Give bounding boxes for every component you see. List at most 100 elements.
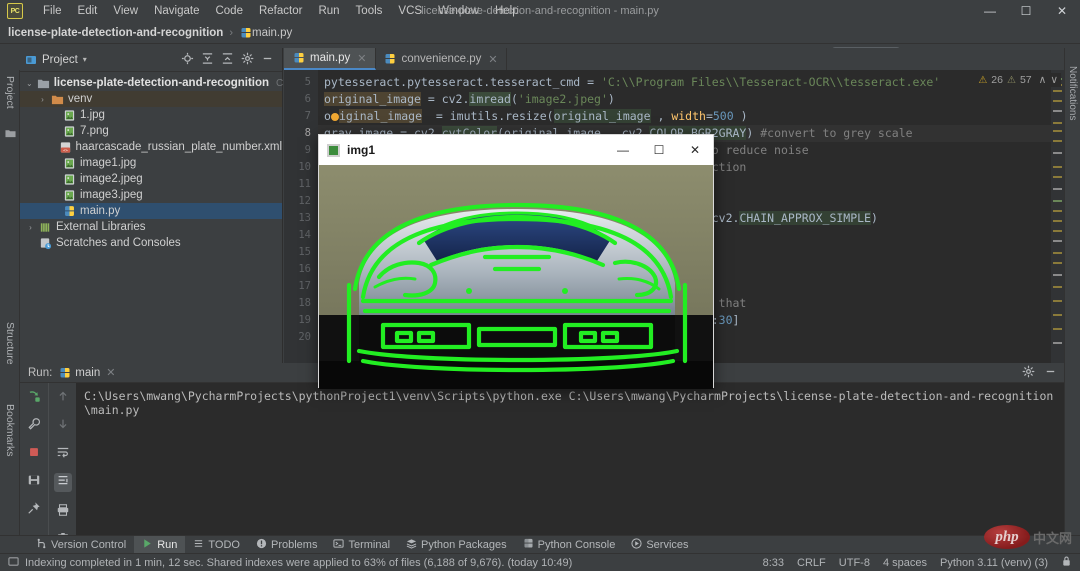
chevron-down-icon[interactable]: ▾: [83, 55, 87, 64]
gear-icon[interactable]: [1022, 365, 1035, 381]
save-icon[interactable]: [27, 473, 41, 490]
opencv-image-window[interactable]: img1 — ☐ ✕: [318, 134, 714, 388]
indent-setting[interactable]: 4 spaces: [883, 557, 927, 569]
tab-convenience-py[interactable]: convenience.py ✕: [376, 48, 507, 70]
hide-icon[interactable]: [261, 52, 274, 68]
line-number[interactable]: 20: [284, 329, 318, 346]
cv-close-button[interactable]: ✕: [677, 135, 713, 165]
locate-icon[interactable]: [181, 52, 194, 68]
sidebar-item-bookmarks[interactable]: Bookmarks: [0, 400, 20, 461]
tool-window-services[interactable]: Services: [623, 536, 696, 554]
line-number[interactable]: 9: [284, 142, 318, 159]
status-message: Indexing completed in 1 min, 12 sec. Sha…: [25, 557, 572, 569]
close-icon[interactable]: ✕: [488, 53, 497, 66]
menu-item-edit[interactable]: Edit: [70, 2, 106, 20]
breadcrumb-project[interactable]: license-plate-detection-and-recognition: [8, 27, 223, 39]
tree-item-image1-jpg[interactable]: image1.jpg: [20, 155, 282, 171]
line-number[interactable]: 15: [284, 244, 318, 261]
tool-window-python-console[interactable]: Python Console: [515, 536, 624, 554]
caret-position[interactable]: 8:33: [763, 557, 784, 569]
tree-item-image2-jpeg[interactable]: image2.jpeg: [20, 171, 282, 187]
collapse-all-icon[interactable]: [221, 52, 234, 68]
scroll-down-icon[interactable]: [56, 417, 70, 434]
scroll-up-icon[interactable]: [56, 389, 70, 406]
line-number[interactable]: 8: [284, 125, 318, 142]
menu-item-help[interactable]: Help: [487, 2, 527, 20]
tree-item-scratches-and-consoles[interactable]: Scratches and Consoles: [20, 235, 282, 251]
menu-item-tools[interactable]: Tools: [348, 2, 391, 20]
scroll-to-end-icon[interactable]: [54, 473, 72, 492]
tool-window-version-control[interactable]: Version Control: [28, 536, 134, 554]
tool-window-problems[interactable]: Problems: [248, 536, 325, 554]
notifications-strip[interactable]: Notifications: [1064, 48, 1080, 535]
sidebar-item-project[interactable]: Project: [0, 72, 20, 113]
stop-icon[interactable]: [27, 445, 41, 462]
file-encoding[interactable]: UTF-8: [839, 557, 870, 569]
next-problem-icon[interactable]: ∨: [1050, 74, 1058, 86]
line-number[interactable]: 13: [284, 210, 318, 227]
close-icon[interactable]: ✕: [357, 52, 366, 65]
console-output[interactable]: C:\Users\mwang\PycharmProjects\pythonPro…: [76, 383, 1064, 535]
menu-item-run[interactable]: Run: [310, 2, 347, 20]
warning-icon: ⚠: [978, 75, 987, 86]
tree-item-license-plate-detection-and-recognition[interactable]: ⌄license-plate-detection-and-recognition…: [20, 75, 282, 91]
cv-maximize-button[interactable]: ☐: [641, 135, 677, 165]
tool-window-todo[interactable]: TODO: [185, 536, 248, 554]
tab-main-py[interactable]: main.py ✕: [284, 48, 376, 70]
tree-item-7-png[interactable]: 7.png: [20, 123, 282, 139]
tree-item-main-py[interactable]: main.py: [20, 203, 282, 219]
line-number[interactable]: 5: [284, 74, 318, 91]
expand-all-icon[interactable]: [201, 52, 214, 68]
expand-arrow-icon[interactable]: ⌄: [26, 79, 33, 88]
line-number[interactable]: 7: [284, 108, 318, 125]
breadcrumb-file[interactable]: main.py: [252, 27, 292, 39]
line-number[interactable]: 18: [284, 295, 318, 312]
lock-icon[interactable]: [1061, 555, 1072, 570]
menu-item-navigate[interactable]: Navigate: [146, 2, 207, 20]
menu-item-code[interactable]: Code: [207, 2, 251, 20]
wrench-icon[interactable]: [27, 417, 41, 434]
editor-marker-strip[interactable]: [1051, 70, 1064, 363]
menu-item-file[interactable]: File: [35, 2, 70, 20]
line-number[interactable]: 19: [284, 312, 318, 329]
line-number[interactable]: 11: [284, 176, 318, 193]
line-number[interactable]: 16: [284, 261, 318, 278]
python-file-icon: [384, 53, 397, 66]
expand-arrow-icon[interactable]: ›: [26, 223, 35, 232]
line-number[interactable]: 12: [284, 193, 318, 210]
line-separator[interactable]: CRLF: [797, 557, 826, 569]
menu-item-window[interactable]: Window: [430, 2, 487, 20]
tree-item-external-libraries[interactable]: ›External Libraries: [20, 219, 282, 235]
tool-window-terminal[interactable]: Terminal: [325, 536, 398, 554]
tool-window-python-packages[interactable]: Python Packages: [398, 536, 515, 554]
menu-item-view[interactable]: View: [105, 2, 146, 20]
sidebar-item-structure[interactable]: Structure: [0, 318, 20, 369]
prev-problem-icon[interactable]: ∧: [1039, 74, 1047, 86]
hide-icon[interactable]: [1044, 365, 1057, 381]
settings-icon[interactable]: [241, 52, 254, 68]
tree-item-haarcascade-russian-plate-number-xml[interactable]: <>haarcascade_russian_plate_number.xml: [20, 139, 282, 155]
tree-item-image3-jpeg[interactable]: image3.jpeg: [20, 187, 282, 203]
line-number[interactable]: 14: [284, 227, 318, 244]
line-number[interactable]: 6: [284, 91, 318, 108]
soft-wrap-icon[interactable]: [56, 445, 70, 462]
maximize-button[interactable]: ☐: [1008, 0, 1044, 22]
tree-item-venv[interactable]: ›venv: [20, 91, 282, 107]
menu-item-vcs[interactable]: VCS: [390, 2, 430, 20]
line-number[interactable]: 17: [284, 278, 318, 295]
run-tab-main[interactable]: main ✕: [58, 366, 115, 379]
minimize-button[interactable]: —: [972, 0, 1008, 22]
line-number[interactable]: 10: [284, 159, 318, 176]
expand-arrow-icon[interactable]: ›: [38, 95, 47, 104]
tool-window-run[interactable]: Run: [134, 536, 185, 554]
inspection-widget[interactable]: ⚠ 26 ⚠ 57 ∧ ∨: [975, 73, 1061, 87]
close-button[interactable]: ✕: [1044, 0, 1080, 22]
tree-item-1-jpg[interactable]: 1.jpg: [20, 107, 282, 123]
python-interpreter[interactable]: Python 3.11 (venv) (3): [940, 557, 1048, 569]
close-icon[interactable]: ✕: [106, 366, 115, 379]
print-icon[interactable]: [56, 503, 70, 520]
pin-icon[interactable]: [27, 501, 41, 518]
menu-item-refactor[interactable]: Refactor: [251, 2, 310, 20]
rerun-icon[interactable]: [27, 389, 41, 406]
cv-minimize-button[interactable]: —: [605, 135, 641, 165]
